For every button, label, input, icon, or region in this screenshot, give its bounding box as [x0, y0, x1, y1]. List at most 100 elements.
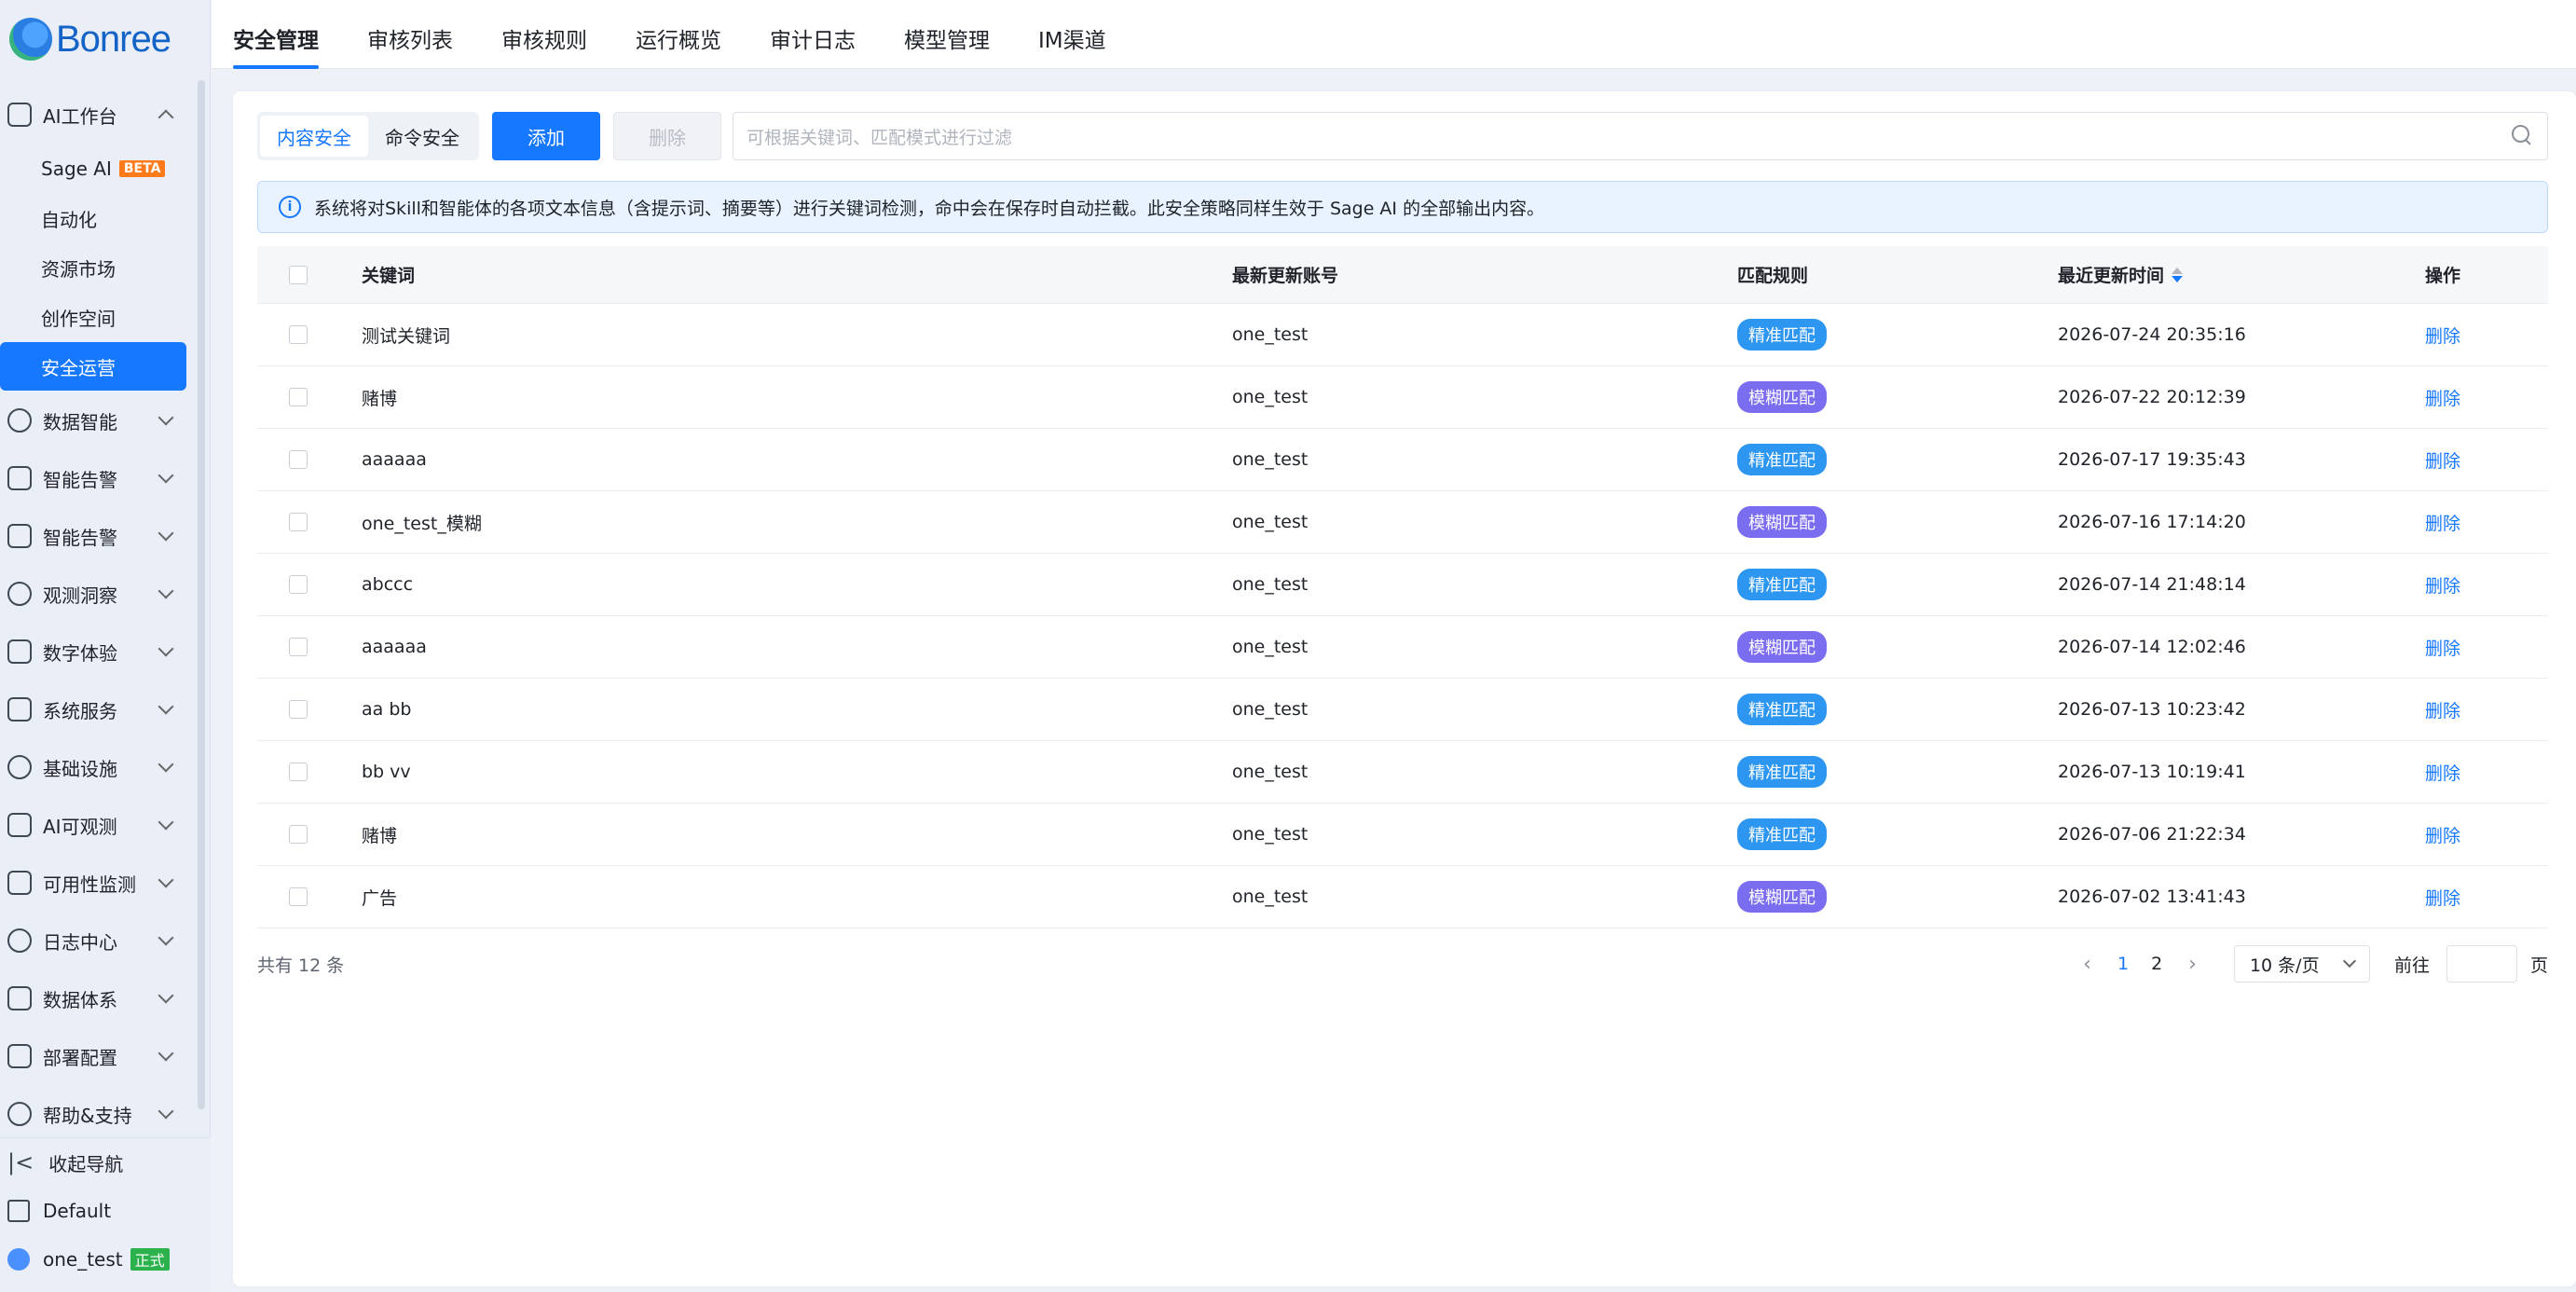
search-input[interactable]: 可根据关键词、匹配模式进行过滤	[733, 112, 2548, 160]
page-number[interactable]: 1	[2117, 954, 2129, 974]
sidebar-item[interactable]: 创作空间	[0, 293, 186, 341]
page-size-select[interactable]: 10 条/页	[2233, 945, 2370, 983]
sidebar-group[interactable]: AI可观测	[0, 796, 196, 854]
sidebar-group[interactable]: 观测洞察	[0, 565, 196, 623]
sidebar-group[interactable]: 基础设施	[0, 738, 196, 796]
row-checkbox[interactable]	[289, 325, 308, 344]
prev-page-icon[interactable]: ‹	[2083, 953, 2091, 976]
sidebar-nav: AI工作台 Sage AI BETA 自动化 资源市场 创作空间 安全运营 数据智能 智能告警智…	[0, 86, 196, 1143]
next-page-icon[interactable]: ›	[2188, 953, 2197, 976]
infrastructure-icon	[7, 755, 32, 779]
sort-icon[interactable]	[2172, 267, 2184, 282]
row-checkbox[interactable]	[289, 513, 308, 531]
table-row: aaaaaa one_test 精准匹配 2026-07-17 19:35:43 删除	[257, 429, 2548, 491]
sidebar-item[interactable]: Sage AI BETA	[0, 144, 186, 193]
tab[interactable]: 模型管理	[904, 22, 990, 69]
keyword-cell: 广告	[362, 887, 398, 909]
col-time[interactable]: 最近更新时间	[2058, 262, 2425, 287]
delete-link[interactable]: 删除	[2425, 639, 2460, 659]
sidebar-group[interactable]: 智能告警	[0, 507, 196, 565]
search-icon[interactable]	[2512, 125, 2532, 145]
sidebar-group[interactable]: 系统服务	[0, 680, 196, 738]
sidebar-group[interactable]: AI工作台	[0, 86, 196, 144]
time-cell: 2026-07-14 21:48:14	[2058, 574, 2246, 595]
segment-button[interactable]: 命令安全	[368, 116, 476, 157]
sidebar-group[interactable]: 数据智能	[0, 392, 196, 449]
select-all-checkbox[interactable]	[289, 265, 308, 284]
keyword-cell: aa bb	[362, 699, 412, 720]
workspace-switcher[interactable]: Default	[0, 1187, 211, 1235]
row-checkbox[interactable]	[289, 763, 308, 781]
sidebar-scrollbar[interactable]	[198, 80, 205, 1109]
keyword-cell: aaaaaa	[362, 637, 427, 657]
add-button[interactable]: 添加	[492, 112, 600, 160]
chevron-up-icon	[158, 109, 174, 126]
workspace-label: Default	[43, 1200, 112, 1222]
chevron-down-icon	[158, 698, 174, 715]
sidebar-group[interactable]: 日志中心	[0, 912, 196, 969]
table-row: 广告 one_test 模糊匹配 2026-07-02 13:41:43 删除	[257, 866, 2548, 928]
sidebar-group[interactable]: 数据体系	[0, 969, 196, 1027]
brand-logo[interactable]: Bonree	[0, 0, 210, 78]
row-checkbox[interactable]	[289, 450, 308, 469]
collapse-nav-button[interactable]: |< 收起导航	[0, 1138, 211, 1187]
account-cell: one_test	[1232, 324, 1309, 345]
notice-text: 系统将对Skill和智能体的各项文本信息（含提示词、摘要等）进行关键词检测，命中…	[314, 198, 1545, 219]
chevron-down-icon	[158, 1103, 174, 1120]
system-service-icon	[7, 697, 32, 722]
sidebar-group-label: 智能告警	[43, 526, 117, 549]
delete-link[interactable]: 删除	[2425, 389, 2460, 409]
delete-link[interactable]: 删除	[2425, 888, 2460, 909]
sidebar-group[interactable]: 部署配置	[0, 1027, 196, 1085]
tab[interactable]: IM渠道	[1038, 22, 1106, 69]
page-size-value: 10 条/页	[2249, 955, 2320, 976]
time-cell: 2026-07-13 10:23:42	[2058, 699, 2246, 720]
row-checkbox[interactable]	[289, 575, 308, 594]
delete-button[interactable]: 删除	[613, 112, 721, 160]
security-type-segmented: 内容安全 命令安全	[257, 112, 479, 160]
row-checkbox[interactable]	[289, 887, 308, 906]
sidebar-item[interactable]: 资源市场	[0, 243, 186, 292]
sidebar-group[interactable]: 可用性监测	[0, 854, 196, 912]
info-notice: i 系统将对Skill和智能体的各项文本信息（含提示词、摘要等）进行关键词检测，…	[257, 181, 2548, 233]
table-row: 测试关键词 one_test 精准匹配 2026-07-24 20:35:16 删除	[257, 304, 2548, 366]
delete-link[interactable]: 删除	[2425, 326, 2460, 347]
row-checkbox[interactable]	[289, 700, 308, 719]
tab[interactable]: 审核规则	[501, 22, 587, 69]
tab[interactable]: 审核列表	[367, 22, 453, 69]
time-cell: 2026-07-22 20:12:39	[2058, 387, 2246, 407]
delete-link[interactable]: 删除	[2425, 514, 2460, 534]
content-panel: 内容安全 命令安全 添加 删除 可根据关键词、匹配模式进行过滤 i 系统将对Ski…	[233, 91, 2576, 1286]
sidebar-group-label: 基础设施	[43, 757, 117, 780]
time-cell: 2026-07-24 20:35:16	[2058, 324, 2246, 345]
tab[interactable]: 运行概览	[636, 22, 721, 69]
row-checkbox[interactable]	[289, 388, 308, 406]
time-cell: 2026-07-06 21:22:34	[2058, 824, 2246, 845]
segment-button[interactable]: 内容安全	[260, 116, 368, 157]
user-profile[interactable]: one_test 正式	[0, 1235, 211, 1284]
sidebar-group[interactable]: 数字体验	[0, 623, 196, 680]
row-checkbox[interactable]	[289, 638, 308, 656]
tab[interactable]: 审计日志	[770, 22, 856, 69]
goto-page-input[interactable]	[2446, 945, 2517, 983]
table-row: aa bb one_test 精准匹配 2026-07-13 10:23:42 删除	[257, 679, 2548, 741]
delete-link[interactable]: 删除	[2425, 576, 2460, 597]
bonree-logo-icon	[9, 18, 52, 61]
row-checkbox[interactable]	[289, 825, 308, 844]
book-icon	[7, 1102, 32, 1126]
delete-link[interactable]: 删除	[2425, 451, 2460, 472]
tab[interactable]: 安全管理	[233, 22, 319, 69]
delete-link[interactable]: 删除	[2425, 701, 2460, 722]
sidebar-group[interactable]: 帮助&支持	[0, 1085, 196, 1143]
sidebar-item[interactable]: 自动化	[0, 194, 186, 242]
sidebar-item[interactable]: 安全运营	[0, 342, 186, 391]
page-number[interactable]: 2	[2151, 954, 2162, 974]
sidebar-group-label: 观测洞察	[43, 584, 117, 607]
sidebar-group-label: 系统服务	[43, 699, 117, 722]
sidebar-group[interactable]: 智能告警	[0, 449, 196, 507]
col-account: 最新更新账号	[1232, 266, 1339, 286]
delete-link[interactable]: 删除	[2425, 763, 2460, 784]
match-rule-tag: 精准匹配	[1737, 818, 1827, 850]
delete-link[interactable]: 删除	[2425, 826, 2460, 846]
account-cell: one_test	[1232, 449, 1309, 470]
